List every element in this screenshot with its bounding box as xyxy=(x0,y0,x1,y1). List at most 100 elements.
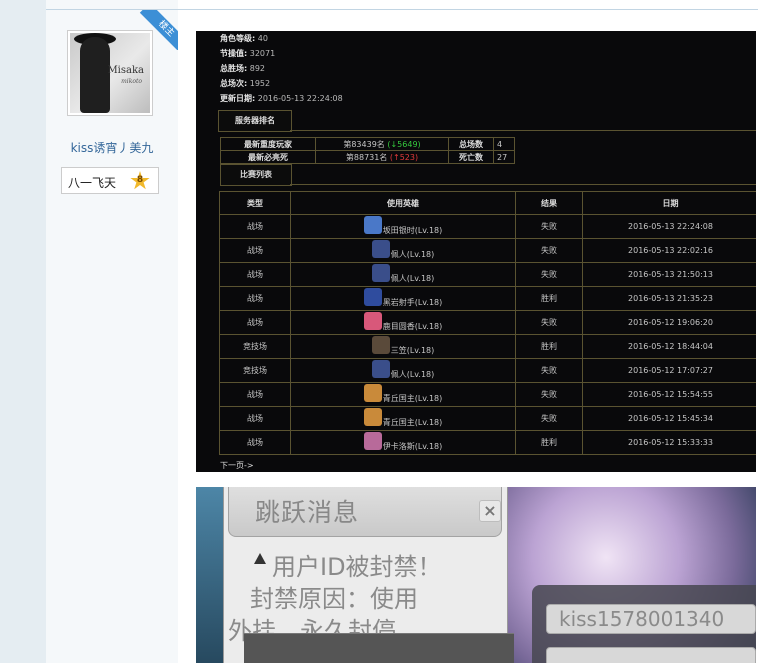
match-date: 2016-05-13 21:50:13 xyxy=(582,262,756,287)
rank-row-value: 4 xyxy=(493,137,515,151)
hero-portrait-icon xyxy=(371,263,390,282)
stat-wins: 总胜场: 892 xyxy=(220,64,266,73)
server-rank-table: 最新重度玩家 第83439名 (↓5649) 总场数 4 最新必亮死 第8873… xyxy=(220,137,515,164)
stat-level: 角色等级: 40 xyxy=(220,34,268,43)
hero-name: 佩人(Lv.18) xyxy=(390,370,435,379)
match-date: 2016-05-12 19:06:20 xyxy=(582,310,756,335)
rank-row-key: 总场数 xyxy=(448,137,494,151)
rank-row-label: 最新重度玩家 xyxy=(220,137,316,151)
table-row: 战场 黑岩射手(Lv.18) 胜利 2016-05-13 21:35:23 xyxy=(219,286,756,311)
hero-name: 黑岩射手(Lv.18) xyxy=(382,298,443,307)
tab-divider xyxy=(290,130,756,131)
player-stats: 角色等级: 40 节操值: 32071 总胜场: 892 总场次: 1952 更… xyxy=(220,31,343,106)
avatar-signature-sub: mikoto xyxy=(121,78,142,85)
table-row: 战场 坂田银时(Lv.18) 失败 2016-05-13 22:24:08 xyxy=(219,214,756,239)
tab-server-rank[interactable]: 服务器排名 xyxy=(218,110,292,132)
rank-row-value: 27 xyxy=(493,150,515,164)
hero-portrait-icon xyxy=(371,335,390,354)
match-hero: 佩人(Lv.18) xyxy=(290,262,516,287)
match-date: 2016-05-12 15:33:33 xyxy=(582,430,756,455)
hero-portrait-icon xyxy=(371,239,390,258)
rank-label: 八一飞天 xyxy=(68,176,117,190)
match-type: 战场 xyxy=(219,286,291,311)
match-date: 2016-05-12 18:44:04 xyxy=(582,334,756,359)
match-hero: 鹿目圆香(Lv.18) xyxy=(290,310,516,335)
user-rank-badge: 八一飞天 8 xyxy=(61,167,159,194)
rank-row-rank: 第88731名 (↑523) xyxy=(315,150,449,164)
match-type: 战场 xyxy=(219,238,291,263)
table-row: 竞技场 三笠(Lv.18) 胜利 2016-05-12 18:44:04 xyxy=(219,334,756,359)
background-art-left xyxy=(196,487,226,663)
match-type: 竞技场 xyxy=(219,334,291,359)
match-type: 战场 xyxy=(219,310,291,335)
match-date: 2016-05-12 15:45:34 xyxy=(582,406,756,431)
hero-name: 佩人(Lv.18) xyxy=(390,274,435,283)
match-hero: 黑岩射手(Lv.18) xyxy=(290,286,516,311)
hero-portrait-icon xyxy=(363,311,382,330)
header-date: 日期 xyxy=(582,191,756,215)
left-background-strip xyxy=(0,0,46,663)
header-hero: 使用英雄 xyxy=(290,191,516,215)
hero-name: 坂田银时(Lv.18) xyxy=(382,226,443,235)
rank-level: 8 xyxy=(136,175,144,185)
hero-portrait-icon xyxy=(363,215,382,234)
jump-message-dialog: 跳跃消息 × 用户ID被封禁！ 封禁原因：使用 外挂，永久封停 xyxy=(223,487,514,663)
match-hero: 三笠(Lv.18) xyxy=(290,334,516,359)
match-hero: 伊卡洛斯(Lv.18) xyxy=(290,430,516,455)
match-result: 失败 xyxy=(515,310,583,335)
match-type: 战场 xyxy=(219,406,291,431)
table-row: 战场 佩人(Lv.18) 失败 2016-05-13 21:50:13 xyxy=(219,262,756,287)
dialog-title-bar: 跳跃消息 × xyxy=(228,487,502,537)
table-row: 战场 伊卡洛斯(Lv.18) 胜利 2016-05-12 15:33:33 xyxy=(219,430,756,455)
match-hero: 佩人(Lv.18) xyxy=(290,238,516,263)
hero-portrait-icon xyxy=(363,407,382,426)
table-row: 战场 青丘国主(Lv.18) 失败 2016-05-12 15:45:34 xyxy=(219,406,756,431)
hero-name: 伊卡洛斯(Lv.18) xyxy=(382,442,443,451)
hero-portrait-icon xyxy=(363,287,382,306)
match-type: 战场 xyxy=(219,430,291,455)
rank-row-key: 死亡数 xyxy=(448,150,494,164)
avatar-image: Misaka mikoto xyxy=(70,33,150,113)
match-result: 失败 xyxy=(515,262,583,287)
match-hero: 坂田银时(Lv.18) xyxy=(290,214,516,239)
author-username[interactable]: kiss诱宵丿美九 xyxy=(46,139,178,156)
table-row: 最新重度玩家 第83439名 (↓5649) 总场数 4 xyxy=(220,137,515,151)
avatar[interactable]: Misaka mikoto xyxy=(67,30,153,116)
match-date: 2016-05-13 22:02:16 xyxy=(582,238,756,263)
rank-row-label: 最新必亮死 xyxy=(220,150,316,164)
match-result: 失败 xyxy=(515,238,583,263)
match-list-table: 类型 使用英雄 结果 日期 战场 坂田银时(Lv.18) 失败 2016-05-13 … xyxy=(219,191,756,455)
header-result: 结果 xyxy=(515,191,583,215)
match-result: 胜利 xyxy=(515,286,583,311)
message-line: 用户ID被封禁！ xyxy=(272,553,442,581)
tab-match-list[interactable]: 比赛列表 xyxy=(220,164,292,186)
close-icon[interactable]: × xyxy=(479,500,501,522)
rank-row-rank: 第83439名 (↓5649) xyxy=(315,137,449,151)
hero-portrait-icon xyxy=(363,383,382,402)
match-type: 战场 xyxy=(219,382,291,407)
tab-divider xyxy=(290,184,756,185)
match-result: 胜利 xyxy=(515,430,583,455)
match-hero: 青丘国主(Lv.18) xyxy=(290,406,516,431)
match-type: 战场 xyxy=(219,214,291,239)
hero-name: 青丘国主(Lv.18) xyxy=(382,394,443,403)
message-line: 封禁原因：使用 xyxy=(250,585,418,613)
table-row: 战场 青丘国主(Lv.18) 失败 2016-05-12 15:54:55 xyxy=(219,382,756,407)
password-field[interactable] xyxy=(546,647,756,663)
hero-name: 三笠(Lv.18) xyxy=(390,346,435,355)
table-row: 竞技场 佩人(Lv.18) 失败 2016-05-12 17:07:27 xyxy=(219,358,756,383)
table-row: 最新必亮死 第88731名 (↑523) 死亡数 27 xyxy=(220,150,515,164)
next-page-link[interactable]: 下一页-> xyxy=(220,460,254,471)
game-stats-screenshot: 角色等级: 40 节操值: 32071 总胜场: 892 总场次: 1952 更… xyxy=(196,31,756,472)
match-type: 战场 xyxy=(219,262,291,287)
account-field[interactable]: kiss1578001340 xyxy=(546,604,756,634)
match-type: 竞技场 xyxy=(219,358,291,383)
table-row: 战场 鹿目圆香(Lv.18) 失败 2016-05-12 19:06:20 xyxy=(219,310,756,335)
avatar-signature: Misaka xyxy=(107,65,144,76)
match-result: 失败 xyxy=(515,382,583,407)
match-result: 失败 xyxy=(515,406,583,431)
match-hero: 佩人(Lv.18) xyxy=(290,358,516,383)
match-date: 2016-05-13 21:35:23 xyxy=(582,286,756,311)
table-header-row: 类型 使用英雄 结果 日期 xyxy=(219,191,756,215)
match-result: 失败 xyxy=(515,358,583,383)
